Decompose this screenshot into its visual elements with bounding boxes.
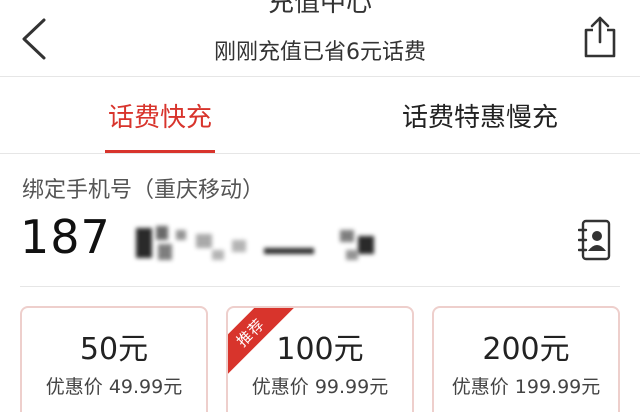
card-amount: 100元: [276, 332, 364, 367]
recharge-option-100[interactable]: 推荐 100元 优惠价 99.99元: [226, 306, 414, 412]
share-button[interactable]: [580, 14, 620, 60]
contacts-button[interactable]: [577, 218, 612, 262]
contacts-book-icon: [577, 219, 611, 261]
tab-quick-recharge[interactable]: 话费快充: [80, 77, 240, 153]
card-amount: 50元: [79, 332, 149, 367]
tab-discount-slow-recharge[interactable]: 话费特惠慢充: [360, 77, 600, 153]
phone-number-redacted: [136, 222, 386, 268]
phone-label: 绑定手机号（重庆移动）: [22, 178, 265, 203]
card-amount: 200元: [482, 332, 570, 367]
tab-bar: 话费快充 话费特惠慢充: [0, 77, 640, 154]
recharge-option-200[interactable]: 200元 优惠价 199.99元: [432, 306, 620, 412]
back-button[interactable]: [16, 14, 56, 64]
card-price: 优惠价 199.99元: [451, 376, 601, 398]
recharge-option-50[interactable]: 50元 优惠价 49.99元: [20, 306, 208, 412]
card-price: 优惠价 99.99元: [251, 376, 389, 398]
page-title: 充值中心: [267, 0, 372, 18]
share-icon: [584, 16, 616, 58]
tabs-divider: [0, 153, 640, 154]
header-bar: 充值中心 刚刚充值已省6元话费: [0, 0, 640, 76]
phone-divider: [20, 286, 620, 287]
card-price: 优惠价 49.99元: [45, 376, 183, 398]
chevron-left-icon: [22, 18, 46, 60]
page-subtitle: 刚刚充值已省6元话费: [214, 40, 426, 65]
phone-number[interactable]: 187: [20, 210, 111, 264]
